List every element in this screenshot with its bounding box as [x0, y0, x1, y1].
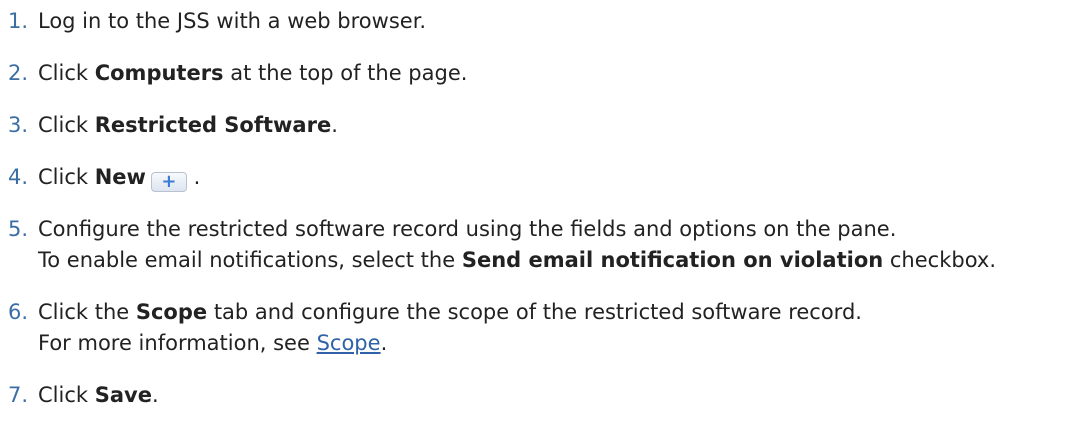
step-6-line-2-post: . — [380, 331, 388, 355]
step-text: Log in to the JSS with a web browser. — [38, 6, 1090, 37]
step-4-post: . — [186, 165, 201, 189]
scope-link[interactable]: Scope — [317, 331, 381, 355]
step-text: Click New + . — [38, 162, 1090, 193]
step-4: 4. Click New + . — [8, 162, 1090, 193]
step-5-line-1: Configure the restricted software record… — [38, 217, 897, 241]
step-6-line-2-pre: For more information, see — [38, 331, 317, 355]
step-number: 6. — [8, 300, 29, 324]
step-7: 7. Click Save. — [8, 380, 1090, 411]
step-4-pre: Click — [38, 165, 95, 189]
step-6-line-1: Click the Scope tab and configure the sc… — [38, 297, 1090, 328]
step-2-post: at the top of the page. — [223, 61, 468, 85]
step-number: 7. — [8, 383, 29, 407]
step-number: 3. — [8, 113, 29, 137]
plus-icon: + — [150, 172, 187, 192]
step-3-pre: Click — [38, 113, 95, 137]
step-1-text: Log in to the JSS with a web browser. — [38, 9, 427, 33]
step-6: 6. Click the Scope tab and configure the… — [8, 297, 1090, 359]
computers-label: Computers — [94, 61, 224, 85]
scope-tab-label: Scope — [135, 300, 208, 324]
step-5-line-2-pre: To enable email notifications, select th… — [38, 248, 462, 272]
step-6-line-2: For more information, see Scope. — [38, 328, 1090, 359]
step-3: 3. Click Restricted Software. — [8, 110, 1090, 141]
step-6-post: tab and configure the scope of the restr… — [207, 300, 862, 324]
new-label: New — [94, 165, 146, 189]
step-5-line-2: To enable email notifications, select th… — [38, 245, 1090, 276]
step-text: Click the Scope tab and configure the sc… — [38, 297, 1090, 359]
step-7-post: . — [151, 383, 159, 407]
step-5: 5. Configure the restricted software rec… — [8, 214, 1090, 276]
save-label: Save — [94, 383, 152, 407]
step-number: 1. — [8, 9, 29, 33]
step-2: 2. Click Computers at the top of the pag… — [8, 58, 1090, 89]
step-number: 4. — [8, 165, 29, 189]
step-number: 5. — [8, 217, 29, 241]
step-text: Click Computers at the top of the page. — [38, 58, 1090, 89]
procedure-steps: 1. Log in to the JSS with a web browser.… — [8, 6, 1090, 411]
step-2-pre: Click — [38, 61, 95, 85]
step-6-pre: Click the — [38, 300, 136, 324]
step-7-pre: Click — [38, 383, 95, 407]
step-text: Configure the restricted software record… — [38, 214, 1090, 276]
step-3-post: . — [331, 113, 338, 137]
step-1: 1. Log in to the JSS with a web browser. — [8, 6, 1090, 37]
send-email-notification-label: Send email notification on violation — [461, 248, 884, 272]
restricted-software-label: Restricted Software — [94, 113, 332, 137]
step-text: Click Save. — [38, 380, 1090, 411]
step-text: Click Restricted Software. — [38, 110, 1090, 141]
step-5-line-2-post: checkbox. — [883, 248, 996, 272]
step-number: 2. — [8, 61, 29, 85]
